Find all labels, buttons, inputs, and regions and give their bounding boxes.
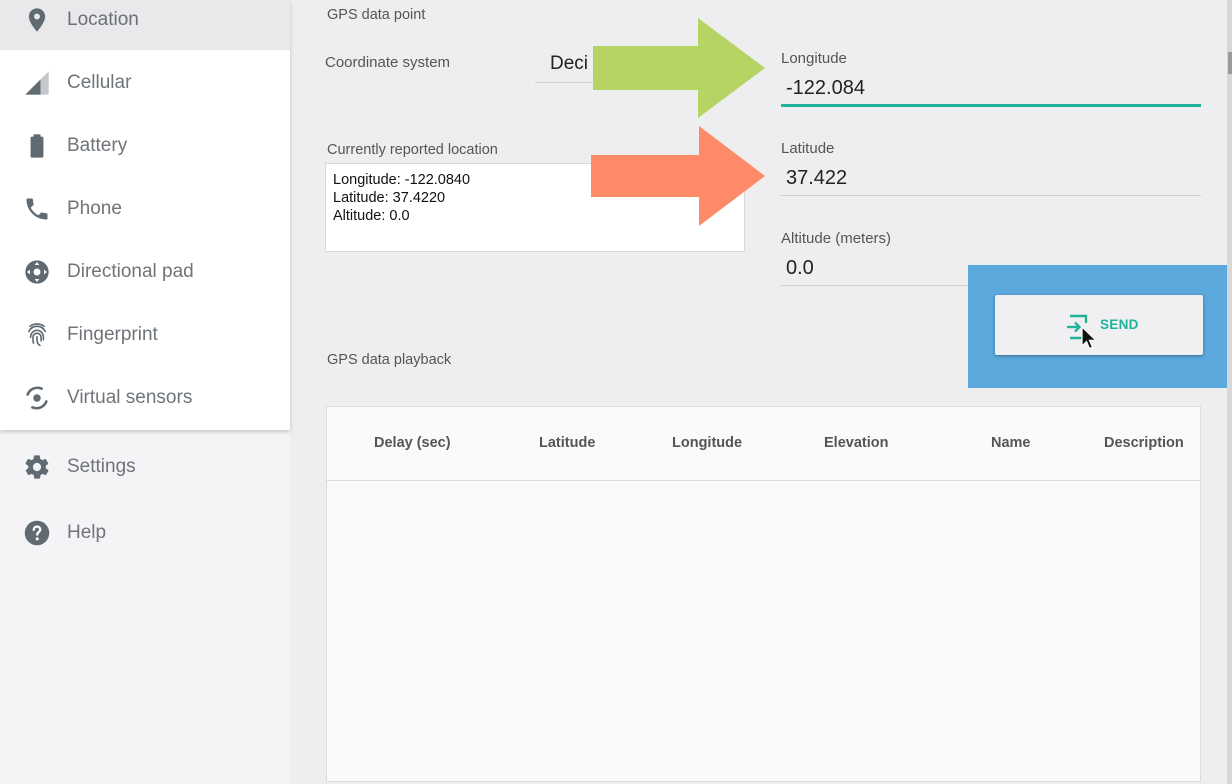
sidebar-item-location[interactable]: Location <box>0 0 290 50</box>
altitude-input[interactable] <box>781 252 971 286</box>
altitude-label: Altitude (meters) <box>781 230 892 247</box>
orange-arrow-icon <box>591 126 765 226</box>
cellular-signal-icon <box>22 68 52 98</box>
sidebar-item-label: Fingerprint <box>67 324 158 345</box>
sidebar-nav-group: Location Cellular Battery Phone Directio… <box>0 0 290 430</box>
phone-icon <box>22 194 52 224</box>
gps-data-point-title: GPS data point <box>327 7 426 23</box>
column-header-latitude[interactable]: Latitude <box>539 435 595 451</box>
latitude-label: Latitude <box>781 140 835 157</box>
latitude-input[interactable] <box>781 162 1201 196</box>
send-highlight-box: SEND <box>968 265 1232 388</box>
column-header-delay[interactable]: Delay (sec) <box>374 435 451 451</box>
gear-icon <box>22 452 52 482</box>
longitude-input[interactable] <box>781 73 1201 107</box>
sidebar-item-virtual-sensors[interactable]: Virtual sensors <box>0 368 290 428</box>
send-label: SEND <box>1100 317 1139 332</box>
help-icon <box>22 518 52 548</box>
fingerprint-icon <box>22 320 52 350</box>
sidebar-item-settings[interactable]: Settings <box>0 437 290 497</box>
currently-reported-location-title: Currently reported location <box>327 142 498 158</box>
sidebar-item-label: Directional pad <box>67 261 194 282</box>
sidebar: Location Cellular Battery Phone Directio… <box>0 0 290 784</box>
column-header-longitude[interactable]: Longitude <box>672 435 742 451</box>
sidebar-item-directional-pad[interactable]: Directional pad <box>0 242 290 302</box>
sidebar-item-help[interactable]: Help <box>0 503 290 563</box>
table-header: Delay (sec) Latitude Longitude Elevation… <box>327 407 1200 481</box>
sidebar-item-label: Settings <box>67 456 136 477</box>
sidebar-item-label: Virtual sensors <box>67 387 193 408</box>
mouse-pointer-icon <box>1081 326 1098 350</box>
playback-table: Delay (sec) Latitude Longitude Elevation… <box>326 406 1201 782</box>
green-arrow-icon <box>593 18 765 118</box>
sidebar-item-cellular[interactable]: Cellular <box>0 53 290 113</box>
dpad-icon <box>22 257 52 287</box>
sidebar-item-phone[interactable]: Phone <box>0 179 290 239</box>
column-header-elevation[interactable]: Elevation <box>824 435 888 451</box>
location-pin-icon <box>22 5 52 35</box>
scrollbar-thumb[interactable] <box>1228 52 1232 74</box>
scrollbar-track[interactable] <box>1227 0 1232 784</box>
gps-data-playback-title: GPS data playback <box>327 352 452 368</box>
sidebar-item-label: Phone <box>67 198 122 219</box>
longitude-label: Longitude <box>781 50 847 67</box>
virtual-sensors-icon <box>22 383 52 413</box>
sidebar-item-battery[interactable]: Battery <box>0 116 290 176</box>
sidebar-item-label: Cellular <box>67 72 132 93</box>
sidebar-item-label: Help <box>67 522 107 543</box>
column-header-name[interactable]: Name <box>991 435 1031 451</box>
send-button[interactable]: SEND <box>995 295 1203 355</box>
sidebar-item-label: Battery <box>67 135 128 156</box>
coordinate-system-label: Coordinate system <box>325 54 451 71</box>
sidebar-item-label: Location <box>67 9 139 30</box>
main-panel: GPS data point Coordinate system Deci Cu… <box>290 0 1232 784</box>
sidebar-item-fingerprint[interactable]: Fingerprint <box>0 305 290 365</box>
coordinate-system-value: Deci <box>550 53 589 74</box>
battery-icon <box>22 131 52 161</box>
column-header-description[interactable]: Description <box>1104 435 1184 451</box>
